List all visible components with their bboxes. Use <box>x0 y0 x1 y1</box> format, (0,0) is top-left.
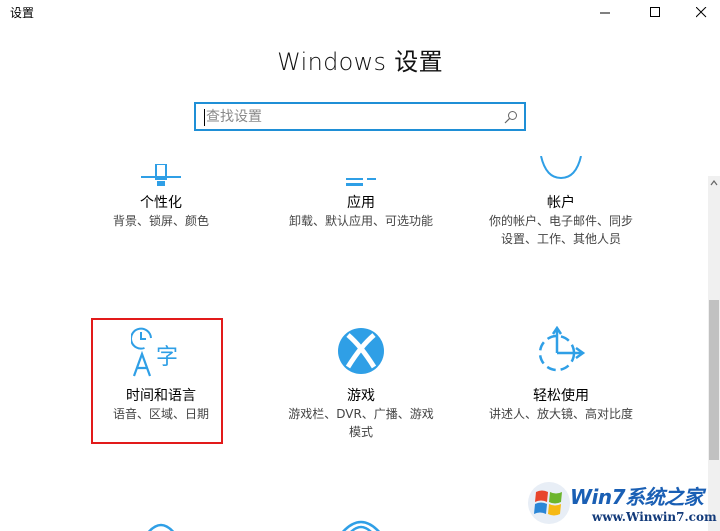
search-icon[interactable] <box>504 110 518 124</box>
tile-description: 讲述人、放大镜、高对比度 <box>488 407 633 421</box>
watermark-url: www.Winwin7.com <box>592 510 717 524</box>
watermark: Win7系统之家 www.Winwin7.com <box>522 476 720 531</box>
tile-description: 背景、锁屏、颜色 <box>112 214 209 228</box>
minimize-icon <box>599 12 610 13</box>
apps-icon <box>266 164 456 188</box>
tile-title: 应用 <box>347 195 375 211</box>
window-title: 设置 <box>10 6 35 20</box>
personalization-icon <box>66 164 256 188</box>
xbox-icon <box>266 326 456 376</box>
tile-title: 时间和语言 <box>126 388 196 404</box>
tile-title: 个性化 <box>140 195 182 211</box>
partial-icon <box>266 514 456 531</box>
settings-grid: 个性化 背景、锁屏、颜色 应用 卸载、默认应用、可选功能 帐户 你的帐户、电子邮… <box>0 140 700 531</box>
ease-of-access-icon <box>466 326 656 376</box>
windows-logo-icon <box>528 482 570 524</box>
time-language-icon: 字 <box>66 324 256 378</box>
partial-icon <box>66 514 256 531</box>
minimize-button[interactable] <box>582 0 628 24</box>
search-box[interactable] <box>194 102 526 131</box>
accounts-icon <box>466 156 656 188</box>
title-bar: 设置 <box>0 0 720 24</box>
watermark-brand: Win7系统之家 <box>570 485 704 509</box>
tile-description: 语音、区域、日期 <box>112 407 209 421</box>
search-input[interactable] <box>206 107 496 127</box>
tile-title: 轻松使用 <box>533 388 589 404</box>
tile-title: 帐户 <box>547 195 575 211</box>
chevron-up-icon <box>710 180 718 186</box>
maximize-icon <box>649 6 660 17</box>
tile-title: 游戏 <box>347 388 375 404</box>
maximize-button[interactable] <box>632 0 678 24</box>
close-button[interactable] <box>678 0 720 24</box>
svg-text:字: 字 <box>156 345 178 370</box>
tile-description: 你的帐户、电子邮件、同步 设置、工作、其他人员 <box>488 214 633 246</box>
text-cursor <box>204 109 205 126</box>
page-title: Windows 设置 <box>277 48 443 76</box>
close-icon <box>695 6 706 17</box>
scroll-up-button[interactable] <box>708 176 720 190</box>
tile-description: 卸载、默认应用、可选功能 <box>288 214 433 228</box>
tile-description: 游戏栏、DVR、广播、游戏 模式 <box>288 407 434 439</box>
scrollbar-thumb[interactable] <box>709 300 719 460</box>
